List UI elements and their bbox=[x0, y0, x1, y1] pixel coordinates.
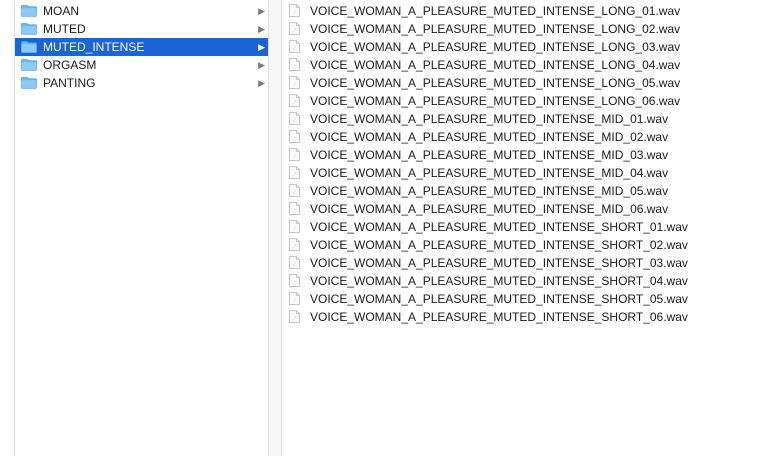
svg-text:♪: ♪ bbox=[293, 316, 296, 322]
audio-file-icon: ♪ bbox=[289, 256, 300, 269]
audio-file-icon: ♪ bbox=[289, 274, 300, 287]
chevron-right-icon: ▶ bbox=[258, 42, 265, 52]
folder-icon bbox=[21, 77, 37, 89]
file-column[interactable]: ♪ VOICE_WOMAN_A_PLEASURE_MUTED_INTENSE_LO… bbox=[282, 0, 764, 456]
folder-label: MOAN bbox=[43, 4, 79, 18]
chevron-right-icon: ▶ bbox=[258, 6, 265, 16]
audio-file-icon: ♪ bbox=[289, 202, 300, 215]
file-name: VOICE_WOMAN_A_PLEASURE_MUTED_INTENSE_SHO… bbox=[310, 220, 688, 234]
file-name: VOICE_WOMAN_A_PLEASURE_MUTED_INTENSE_LON… bbox=[310, 94, 681, 108]
folder-row-panting[interactable]: PANTING ▶ bbox=[15, 74, 268, 92]
folder-icon bbox=[21, 5, 37, 17]
file-name: VOICE_WOMAN_A_PLEASURE_MUTED_INTENSE_MID… bbox=[310, 166, 669, 180]
folder-icon bbox=[21, 59, 37, 71]
svg-text:♪: ♪ bbox=[293, 298, 296, 304]
file-row[interactable]: ♪ VOICE_WOMAN_A_PLEASURE_MUTED_INTENSE_MI… bbox=[282, 164, 764, 182]
file-name: VOICE_WOMAN_A_PLEASURE_MUTED_INTENSE_SHO… bbox=[310, 256, 688, 270]
column-resize-divider[interactable] bbox=[268, 0, 282, 456]
file-row[interactable]: ♪ VOICE_WOMAN_A_PLEASURE_MUTED_INTENSE_LO… bbox=[282, 20, 764, 38]
svg-text:♪: ♪ bbox=[293, 226, 296, 232]
file-name: VOICE_WOMAN_A_PLEASURE_MUTED_INTENSE_MID… bbox=[310, 184, 669, 198]
svg-text:♪: ♪ bbox=[293, 118, 296, 124]
audio-file-icon: ♪ bbox=[289, 22, 300, 35]
audio-file-icon: ♪ bbox=[289, 40, 300, 53]
audio-file-icon: ♪ bbox=[289, 130, 300, 143]
folder-label: ORGASM bbox=[43, 58, 97, 72]
svg-text:♪: ♪ bbox=[293, 82, 296, 88]
file-name: VOICE_WOMAN_A_PLEASURE_MUTED_INTENSE_LON… bbox=[310, 40, 681, 54]
audio-file-icon: ♪ bbox=[289, 58, 300, 71]
svg-text:♪: ♪ bbox=[293, 154, 296, 160]
svg-text:♪: ♪ bbox=[293, 100, 296, 106]
file-row[interactable]: ♪ VOICE_WOMAN_A_PLEASURE_MUTED_INTENSE_LO… bbox=[282, 38, 764, 56]
chevron-right-icon: ▶ bbox=[258, 78, 265, 88]
file-row[interactable]: ♪ VOICE_WOMAN_A_PLEASURE_MUTED_INTENSE_MI… bbox=[282, 128, 764, 146]
file-name: VOICE_WOMAN_A_PLEASURE_MUTED_INTENSE_SHO… bbox=[310, 238, 688, 252]
file-name: VOICE_WOMAN_A_PLEASURE_MUTED_INTENSE_SHO… bbox=[310, 292, 688, 306]
audio-file-icon: ♪ bbox=[289, 112, 300, 125]
folder-label: MUTED_INTENSE bbox=[43, 40, 145, 54]
folder-row-moan[interactable]: MOAN ▶ bbox=[15, 2, 268, 20]
folder-label: PANTING bbox=[43, 76, 96, 90]
folder-label: MUTED bbox=[43, 22, 86, 36]
file-row[interactable]: ♪ VOICE_WOMAN_A_PLEASURE_MUTED_INTENSE_SH… bbox=[282, 290, 764, 308]
file-name: VOICE_WOMAN_A_PLEASURE_MUTED_INTENSE_MID… bbox=[310, 130, 669, 144]
svg-text:♪: ♪ bbox=[293, 208, 296, 214]
file-name: VOICE_WOMAN_A_PLEASURE_MUTED_INTENSE_SHO… bbox=[310, 310, 688, 324]
audio-file-icon: ♪ bbox=[289, 238, 300, 251]
svg-text:♪: ♪ bbox=[293, 64, 296, 70]
file-name: VOICE_WOMAN_A_PLEASURE_MUTED_INTENSE_LON… bbox=[310, 22, 681, 36]
folder-row-muted_intense[interactable]: MUTED_INTENSE ▶ bbox=[15, 38, 268, 56]
audio-file-icon: ♪ bbox=[289, 292, 300, 305]
audio-file-icon: ♪ bbox=[289, 220, 300, 233]
audio-file-icon: ♪ bbox=[289, 184, 300, 197]
audio-file-icon: ♪ bbox=[289, 148, 300, 161]
audio-file-icon: ♪ bbox=[289, 310, 300, 323]
file-name: VOICE_WOMAN_A_PLEASURE_MUTED_INTENSE_SHO… bbox=[310, 274, 688, 288]
svg-text:♪: ♪ bbox=[293, 136, 296, 142]
svg-text:♪: ♪ bbox=[293, 28, 296, 34]
chevron-right-icon: ▶ bbox=[258, 60, 265, 70]
file-name: VOICE_WOMAN_A_PLEASURE_MUTED_INTENSE_LON… bbox=[310, 76, 681, 90]
audio-file-icon: ♪ bbox=[289, 76, 300, 89]
file-row[interactable]: ♪ VOICE_WOMAN_A_PLEASURE_MUTED_INTENSE_SH… bbox=[282, 218, 764, 236]
file-row[interactable]: ♪ VOICE_WOMAN_A_PLEASURE_MUTED_INTENSE_LO… bbox=[282, 92, 764, 110]
svg-text:♪: ♪ bbox=[293, 172, 296, 178]
svg-text:♪: ♪ bbox=[293, 244, 296, 250]
file-row[interactable]: ♪ VOICE_WOMAN_A_PLEASURE_MUTED_INTENSE_SH… bbox=[282, 308, 764, 326]
file-row[interactable]: ♪ VOICE_WOMAN_A_PLEASURE_MUTED_INTENSE_MI… bbox=[282, 110, 764, 128]
file-row[interactable]: ♪ VOICE_WOMAN_A_PLEASURE_MUTED_INTENSE_MI… bbox=[282, 146, 764, 164]
chevron-right-icon: ▶ bbox=[258, 24, 265, 34]
svg-text:♪: ♪ bbox=[293, 46, 296, 52]
file-row[interactable]: ♪ VOICE_WOMAN_A_PLEASURE_MUTED_INTENSE_SH… bbox=[282, 236, 764, 254]
folder-row-orgasm[interactable]: ORGASM ▶ bbox=[15, 56, 268, 74]
file-row[interactable]: ♪ VOICE_WOMAN_A_PLEASURE_MUTED_INTENSE_SH… bbox=[282, 272, 764, 290]
file-row[interactable]: ♪ VOICE_WOMAN_A_PLEASURE_MUTED_INTENSE_LO… bbox=[282, 56, 764, 74]
svg-text:♪: ♪ bbox=[293, 10, 296, 16]
folder-row-muted[interactable]: MUTED ▶ bbox=[15, 20, 268, 38]
svg-text:♪: ♪ bbox=[293, 280, 296, 286]
folder-icon bbox=[21, 41, 37, 53]
file-row[interactable]: ♪ VOICE_WOMAN_A_PLEASURE_MUTED_INTENSE_LO… bbox=[282, 74, 764, 92]
audio-file-icon: ♪ bbox=[289, 94, 300, 107]
file-row[interactable]: ♪ VOICE_WOMAN_A_PLEASURE_MUTED_INTENSE_LO… bbox=[282, 2, 764, 20]
file-name: VOICE_WOMAN_A_PLEASURE_MUTED_INTENSE_MID… bbox=[310, 112, 669, 126]
file-row[interactable]: ♪ VOICE_WOMAN_A_PLEASURE_MUTED_INTENSE_SH… bbox=[282, 254, 764, 272]
file-name: VOICE_WOMAN_A_PLEASURE_MUTED_INTENSE_MID… bbox=[310, 202, 669, 216]
file-row[interactable]: ♪ VOICE_WOMAN_A_PLEASURE_MUTED_INTENSE_MI… bbox=[282, 182, 764, 200]
file-name: VOICE_WOMAN_A_PLEASURE_MUTED_INTENSE_LON… bbox=[310, 4, 681, 18]
file-name: VOICE_WOMAN_A_PLEASURE_MUTED_INTENSE_LON… bbox=[310, 58, 681, 72]
audio-file-icon: ♪ bbox=[289, 4, 300, 17]
file-row[interactable]: ♪ VOICE_WOMAN_A_PLEASURE_MUTED_INTENSE_MI… bbox=[282, 200, 764, 218]
folder-column[interactable]: MOAN ▶ MUTED ▶ MUTED_INTENSE ▶ ORGASM ▶ PANTING ▶ bbox=[15, 0, 268, 456]
svg-text:♪: ♪ bbox=[293, 190, 296, 196]
file-name: VOICE_WOMAN_A_PLEASURE_MUTED_INTENSE_MID… bbox=[310, 148, 669, 162]
folder-icon bbox=[21, 23, 37, 35]
svg-text:♪: ♪ bbox=[293, 262, 296, 268]
audio-file-icon: ♪ bbox=[289, 166, 300, 179]
